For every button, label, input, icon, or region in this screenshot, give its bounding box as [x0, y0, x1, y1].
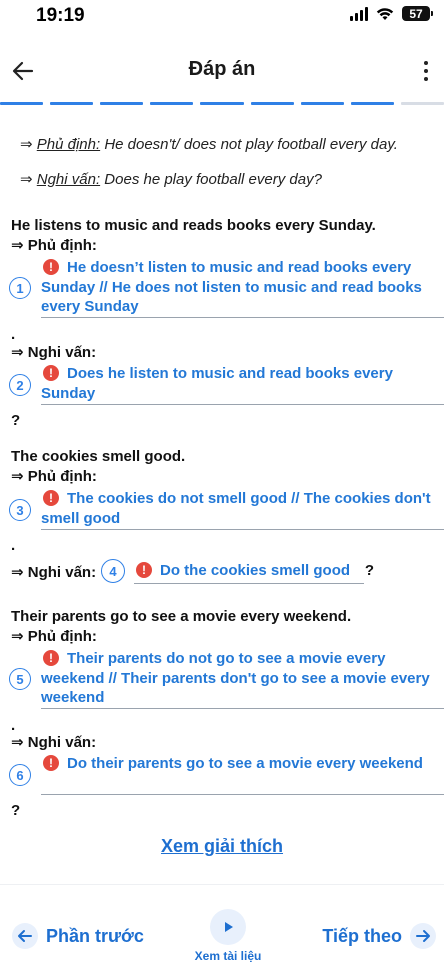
answer-underline	[41, 317, 444, 318]
answer-input[interactable]: ! He doesn’t listen to music and read boo…	[41, 258, 444, 317]
answer-underline	[134, 583, 364, 584]
period-mark: .	[11, 326, 16, 343]
progress-segment	[250, 102, 294, 105]
status-bar: 19:19 57	[0, 0, 444, 34]
progress-segment	[50, 102, 94, 105]
answer-number-badge: 4	[101, 559, 125, 583]
answer-input[interactable]: ! Their parents do not go to see a movie …	[41, 649, 444, 708]
question-label: ⇒ Nghi vấn:	[11, 734, 97, 751]
progress-segment	[400, 102, 444, 105]
error-icon: !	[43, 650, 59, 666]
example-negative-text: He doesn't/ does not play football every…	[104, 136, 398, 153]
more-vertical-icon	[424, 61, 428, 65]
bottom-nav: Phần trước Xem tài liệu Tiếp theo	[0, 884, 444, 971]
negative-label: ⇒ Phủ định:	[11, 628, 97, 645]
answer-item: 5 ! Their parents do not go to see a movi…	[8, 649, 444, 711]
view-docs-label: Xem tài liệu	[194, 949, 262, 963]
question-mark: ?	[11, 412, 21, 429]
arrow-right-icon	[410, 923, 436, 949]
prev-section-button[interactable]: Phần trước	[12, 923, 144, 949]
answer-item: 1 ! He doesn’t listen to music and read b…	[8, 258, 444, 320]
negative-label: ⇒ Phủ định:	[11, 237, 97, 254]
progress-segment	[150, 102, 194, 105]
period-mark: .	[11, 537, 16, 554]
answer-item: 2 ! Does he listen to music and read book…	[8, 364, 444, 406]
view-docs-button[interactable]: Xem tài liệu	[188, 909, 268, 963]
question-sentence: Their parents go to see a movie every we…	[11, 608, 352, 625]
answer-number-badge: 3	[9, 499, 31, 521]
question-mark: ?	[364, 562, 374, 579]
period-mark: .	[11, 717, 16, 734]
status-icons: 57	[350, 6, 433, 21]
wifi-icon	[376, 7, 394, 20]
progress-segment	[0, 102, 44, 105]
app-header: Đáp án	[0, 48, 444, 94]
answer-number-badge: 5	[9, 668, 31, 690]
example-negative-label: Phủ định:	[36, 136, 101, 153]
answer-number-badge: 1	[9, 277, 31, 299]
question-sentence: He listens to music and reads books ever…	[11, 217, 376, 234]
answer-underline	[41, 404, 444, 405]
answer-input[interactable]: ! Does he listen to music and read books …	[41, 364, 444, 403]
answer-input[interactable]: ! Do the cookies smell good	[134, 561, 380, 581]
answer-underline	[41, 529, 444, 530]
progress-segment	[350, 102, 394, 105]
question-label: ⇒ Nghi vấn:	[11, 344, 97, 361]
answer-item: 6 ! Do their parents go to see a movie ev…	[8, 754, 444, 796]
example-question-text: Does he play football every day?	[104, 171, 322, 188]
error-icon: !	[43, 259, 59, 275]
next-label: Tiếp theo	[322, 925, 402, 946]
inline-answer-item: 4 ! Do the cookies smell good ?	[100, 557, 380, 585]
question-label: ⇒ Nghi vấn:	[11, 564, 97, 581]
error-icon: !	[43, 365, 59, 381]
status-time: 19:19	[36, 5, 85, 26]
prev-section-label: Phần trước	[46, 925, 144, 946]
progress-segment	[200, 102, 244, 105]
battery-icon: 57	[402, 6, 433, 21]
answer-underline	[41, 708, 444, 709]
page-title: Đáp án	[188, 58, 256, 80]
question-mark: ?	[11, 802, 21, 819]
example-question-label: Nghi vấn:	[36, 171, 101, 188]
answer-underline	[41, 794, 444, 795]
play-icon	[210, 909, 246, 945]
example-negative: ⇒ Phủ định: He doesn't/ does not play fo…	[20, 136, 398, 153]
progress-segment	[300, 102, 344, 105]
answer-number-badge: 2	[9, 374, 31, 396]
answer-input[interactable]: ! The cookies do not smell good // The co…	[41, 489, 444, 528]
error-icon: !	[43, 755, 59, 771]
error-icon: !	[136, 562, 152, 578]
progress-segment	[100, 102, 144, 105]
answer-input[interactable]: ! Do their parents go to see a movie ever…	[41, 754, 444, 774]
next-button[interactable]: Tiếp theo	[322, 923, 436, 949]
example-question: ⇒ Nghi vấn: Does he play football every …	[20, 171, 322, 188]
negative-label: ⇒ Phủ định:	[11, 468, 97, 485]
progress-indicator	[0, 102, 444, 106]
more-options-button[interactable]	[416, 58, 436, 84]
error-icon: !	[43, 490, 59, 506]
answer-number-badge: 6	[9, 764, 31, 786]
explanation-link[interactable]: Xem giải thích	[0, 836, 444, 857]
signal-icon	[350, 6, 368, 21]
question-sentence: The cookies smell good.	[11, 448, 186, 465]
arrow-left-icon	[12, 923, 38, 949]
answer-item: 3 ! The cookies do not smell good // The …	[8, 489, 444, 531]
